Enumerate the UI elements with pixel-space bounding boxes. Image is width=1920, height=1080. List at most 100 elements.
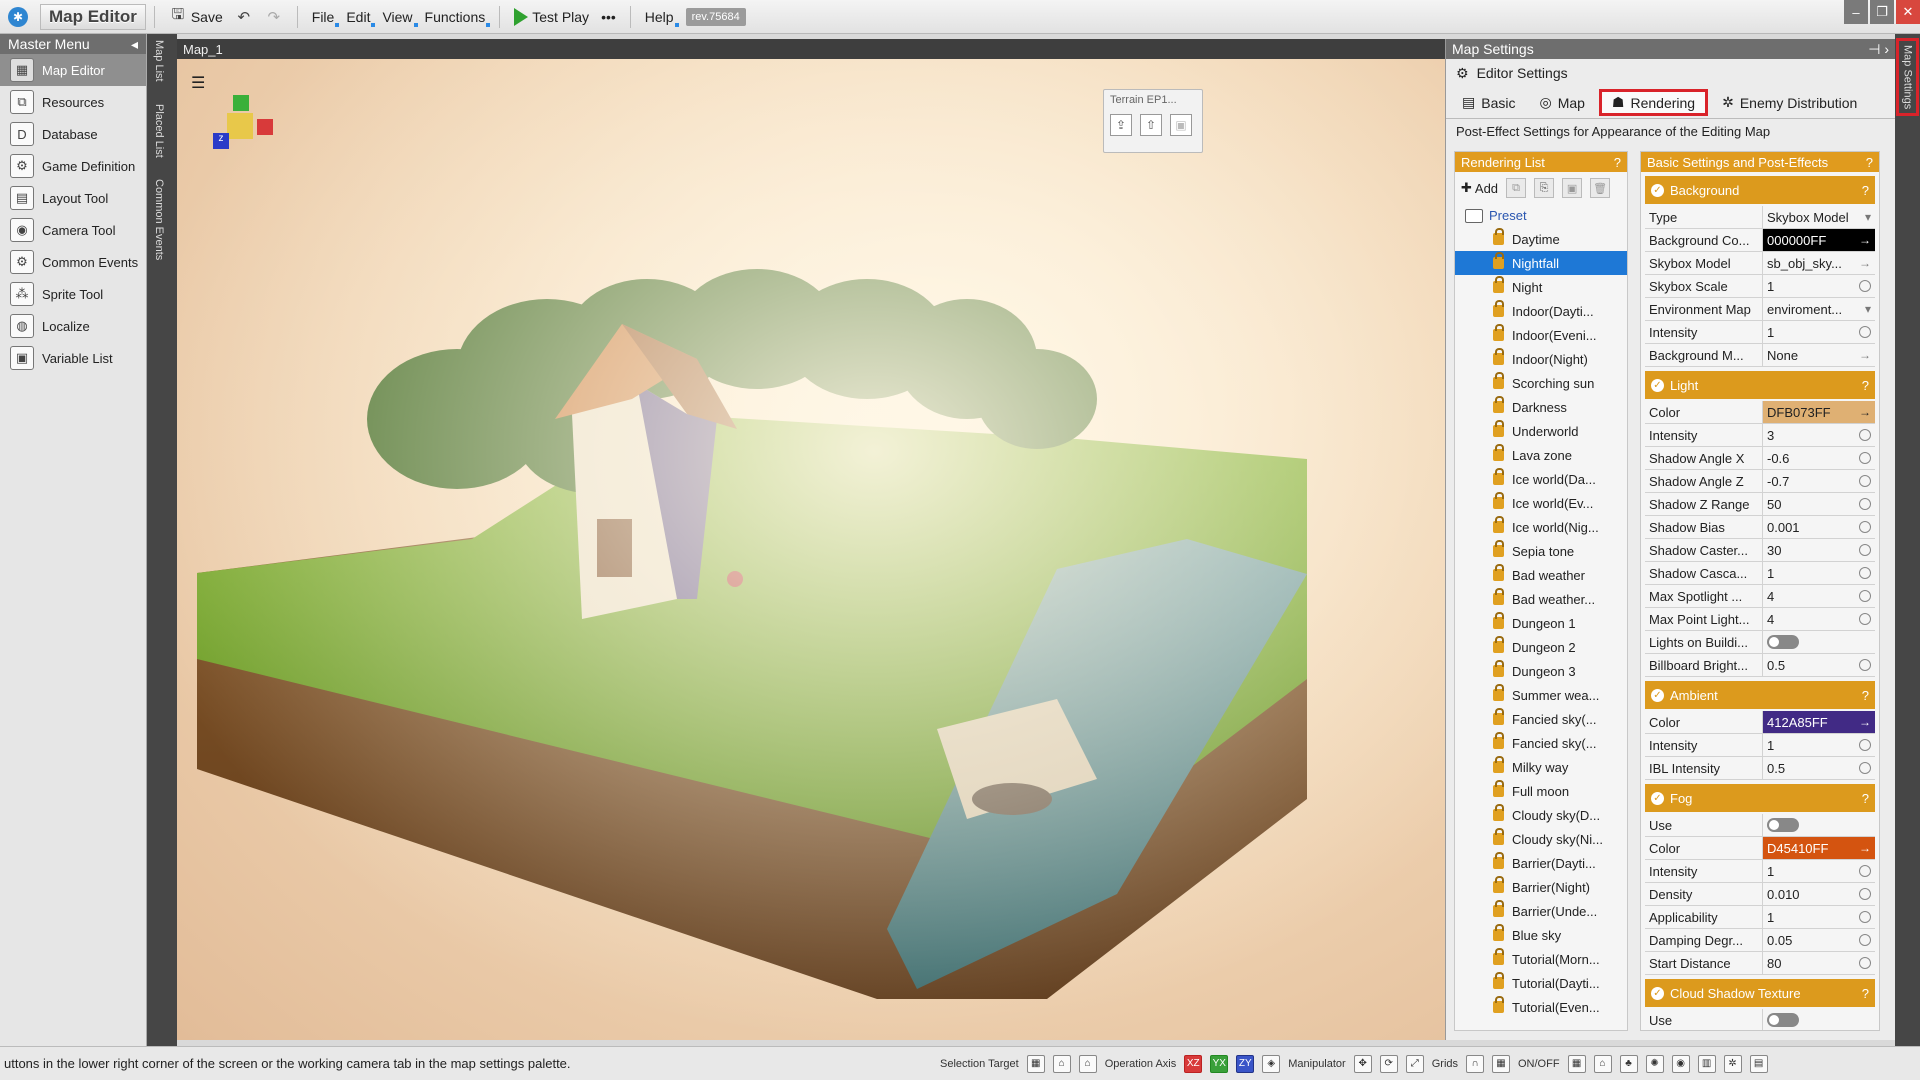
section-header[interactable]: ✓ Cloud Shadow Texture?: [1645, 979, 1875, 1007]
axis-xz-icon[interactable]: XZ: [1184, 1054, 1203, 1073]
reset-icon[interactable]: [1859, 590, 1871, 602]
rendering-list-item[interactable]: Tutorial(Dayti...: [1455, 971, 1627, 995]
reset-icon[interactable]: [1859, 326, 1871, 338]
reset-icon[interactable]: [1859, 475, 1871, 487]
toggle-layer-icon[interactable]: ▤: [1749, 1054, 1768, 1073]
rendering-list-item[interactable]: Scorching sun: [1455, 371, 1627, 395]
toggle-tree-icon[interactable]: ♣: [1619, 1054, 1638, 1073]
property-value[interactable]: None →: [1763, 344, 1875, 366]
rendering-list-item[interactable]: Indoor(Night): [1455, 347, 1627, 371]
tab-basic[interactable]: ▤ Basic: [1452, 90, 1525, 115]
map-viewport[interactable]: Map_1 ☰ z Terrain EP1... ⇪ ⇧ ▣: [177, 39, 1445, 1040]
toggle-enemy-icon[interactable]: ✲: [1723, 1054, 1742, 1073]
reset-icon[interactable]: [1859, 659, 1871, 671]
rendering-list-item[interactable]: Fancied sky(...: [1455, 707, 1627, 731]
property-value[interactable]: 4: [1763, 585, 1875, 607]
toggle-grid-icon[interactable]: ▦: [1567, 1054, 1586, 1073]
property-value[interactable]: 1: [1763, 734, 1875, 756]
reset-icon[interactable]: [1859, 739, 1871, 751]
property-value[interactable]: 412A85FF →: [1763, 711, 1875, 733]
delete-icon[interactable]: 🗑: [1590, 178, 1611, 198]
help-icon[interactable]: ?: [1862, 791, 1869, 806]
view-menu-icon[interactable]: ☰: [191, 73, 205, 93]
tab-map-list[interactable]: Map List: [153, 40, 165, 82]
close-button[interactable]: ✕: [1896, 0, 1920, 24]
rendering-list-item[interactable]: Underworld: [1455, 419, 1627, 443]
rendering-list-item[interactable]: Dungeon 1: [1455, 611, 1627, 635]
reset-icon[interactable]: [1859, 429, 1871, 441]
rendering-list-item[interactable]: Barrier(Night): [1455, 875, 1627, 899]
rendering-list-item[interactable]: Fancied sky(...: [1455, 731, 1627, 755]
property-value[interactable]: 0.5: [1763, 654, 1875, 676]
property-value[interactable]: 30: [1763, 539, 1875, 561]
property-value[interactable]: 80: [1763, 952, 1875, 974]
rendering-list-item[interactable]: Ice world(Ev...: [1455, 491, 1627, 515]
rendering-list-item[interactable]: Tutorial(Morn...: [1455, 947, 1627, 971]
master-menu-item[interactable]: ⚙ Game Definition: [0, 150, 146, 182]
toggle-light-icon[interactable]: ✺: [1645, 1054, 1664, 1073]
dropdown-icon[interactable]: ▾: [1865, 210, 1871, 224]
property-value[interactable]: 1: [1763, 860, 1875, 882]
tab-map[interactable]: ◎ Map: [1529, 90, 1594, 115]
help-icon[interactable]: ?: [1614, 155, 1621, 170]
rendering-list-item[interactable]: Barrier(Dayti...: [1455, 851, 1627, 875]
arrow-right-icon[interactable]: →: [1859, 256, 1871, 270]
paste-icon[interactable]: ▣: [1562, 178, 1583, 198]
select-object-icon[interactable]: ⌂: [1052, 1054, 1071, 1073]
rendering-list-item[interactable]: Cloudy sky(Ni...: [1455, 827, 1627, 851]
property-value[interactable]: 0.05: [1763, 929, 1875, 951]
property-value[interactable]: 000000FF →: [1763, 229, 1875, 251]
arrow-right-icon[interactable]: →: [1859, 715, 1871, 729]
collapse-icon[interactable]: ◂: [131, 36, 138, 53]
property-value[interactable]: 1: [1763, 321, 1875, 343]
property-value[interactable]: 3: [1763, 424, 1875, 446]
master-menu-item[interactable]: ▣ Variable List: [0, 342, 146, 374]
property-value[interactable]: 1: [1763, 562, 1875, 584]
tab-enemy-distribution[interactable]: ✲ Enemy Distribution: [1712, 90, 1867, 115]
master-menu-item[interactable]: ◉ Camera Tool: [0, 214, 146, 246]
help-icon[interactable]: ?: [1862, 688, 1869, 703]
master-menu-item[interactable]: ⚙ Common Events: [0, 246, 146, 278]
arrow-right-icon[interactable]: →: [1859, 233, 1871, 247]
terrain-export-icon[interactable]: ⇧: [1140, 114, 1162, 136]
property-value[interactable]: D45410FF →: [1763, 837, 1875, 859]
preset-folder[interactable]: Preset: [1455, 204, 1627, 227]
reset-icon[interactable]: [1859, 613, 1871, 625]
menu-edit[interactable]: Edit: [340, 7, 376, 27]
property-value[interactable]: -0.7: [1763, 470, 1875, 492]
master-menu-item[interactable]: ▤ Layout Tool: [0, 182, 146, 214]
property-value[interactable]: DFB073FF →: [1763, 401, 1875, 423]
rendering-list-item[interactable]: Bad weather: [1455, 563, 1627, 587]
pin-icon[interactable]: ⊣ ›: [1868, 41, 1889, 58]
rendering-list-item[interactable]: Tutorial(Even...: [1455, 995, 1627, 1019]
property-value[interactable]: -0.6: [1763, 447, 1875, 469]
reset-icon[interactable]: [1859, 911, 1871, 923]
section-header[interactable]: ✓ Light?: [1645, 371, 1875, 399]
select-building-icon[interactable]: ⌂: [1078, 1054, 1097, 1073]
reset-icon[interactable]: [1859, 498, 1871, 510]
master-menu-item[interactable]: D Database: [0, 118, 146, 150]
redo-button[interactable]: ↷: [259, 6, 289, 28]
menu-help[interactable]: Help: [639, 7, 680, 27]
toggle-effect-icon[interactable]: ▥: [1697, 1054, 1716, 1073]
test-play-button[interactable]: Test Play: [508, 6, 595, 28]
help-icon[interactable]: ?: [1862, 986, 1869, 1001]
reset-icon[interactable]: [1859, 762, 1871, 774]
tab-common-events[interactable]: Common Events: [153, 179, 165, 260]
scale-icon[interactable]: ⤢: [1405, 1054, 1424, 1073]
reset-icon[interactable]: [1859, 567, 1871, 579]
rendering-list-item[interactable]: Summer wea...: [1455, 683, 1627, 707]
save-button[interactable]: 🖫 Save: [163, 6, 229, 28]
rendering-list-item[interactable]: Indoor(Dayti...: [1455, 299, 1627, 323]
viewport-tab-title[interactable]: Map_1: [177, 39, 1445, 59]
property-value[interactable]: 4: [1763, 608, 1875, 630]
menu-functions[interactable]: Functions: [419, 7, 492, 27]
master-menu-item[interactable]: ◍ Localize: [0, 310, 146, 342]
toggle-switch[interactable]: [1767, 818, 1799, 832]
master-menu-item[interactable]: ⁂ Sprite Tool: [0, 278, 146, 310]
rendering-list-item[interactable]: Full moon: [1455, 779, 1627, 803]
rendering-list-item[interactable]: Blue sky: [1455, 923, 1627, 947]
menu-file[interactable]: File: [306, 7, 341, 27]
rendering-list-item[interactable]: Indoor(Eveni...: [1455, 323, 1627, 347]
rendering-list-item[interactable]: Dungeon 2: [1455, 635, 1627, 659]
